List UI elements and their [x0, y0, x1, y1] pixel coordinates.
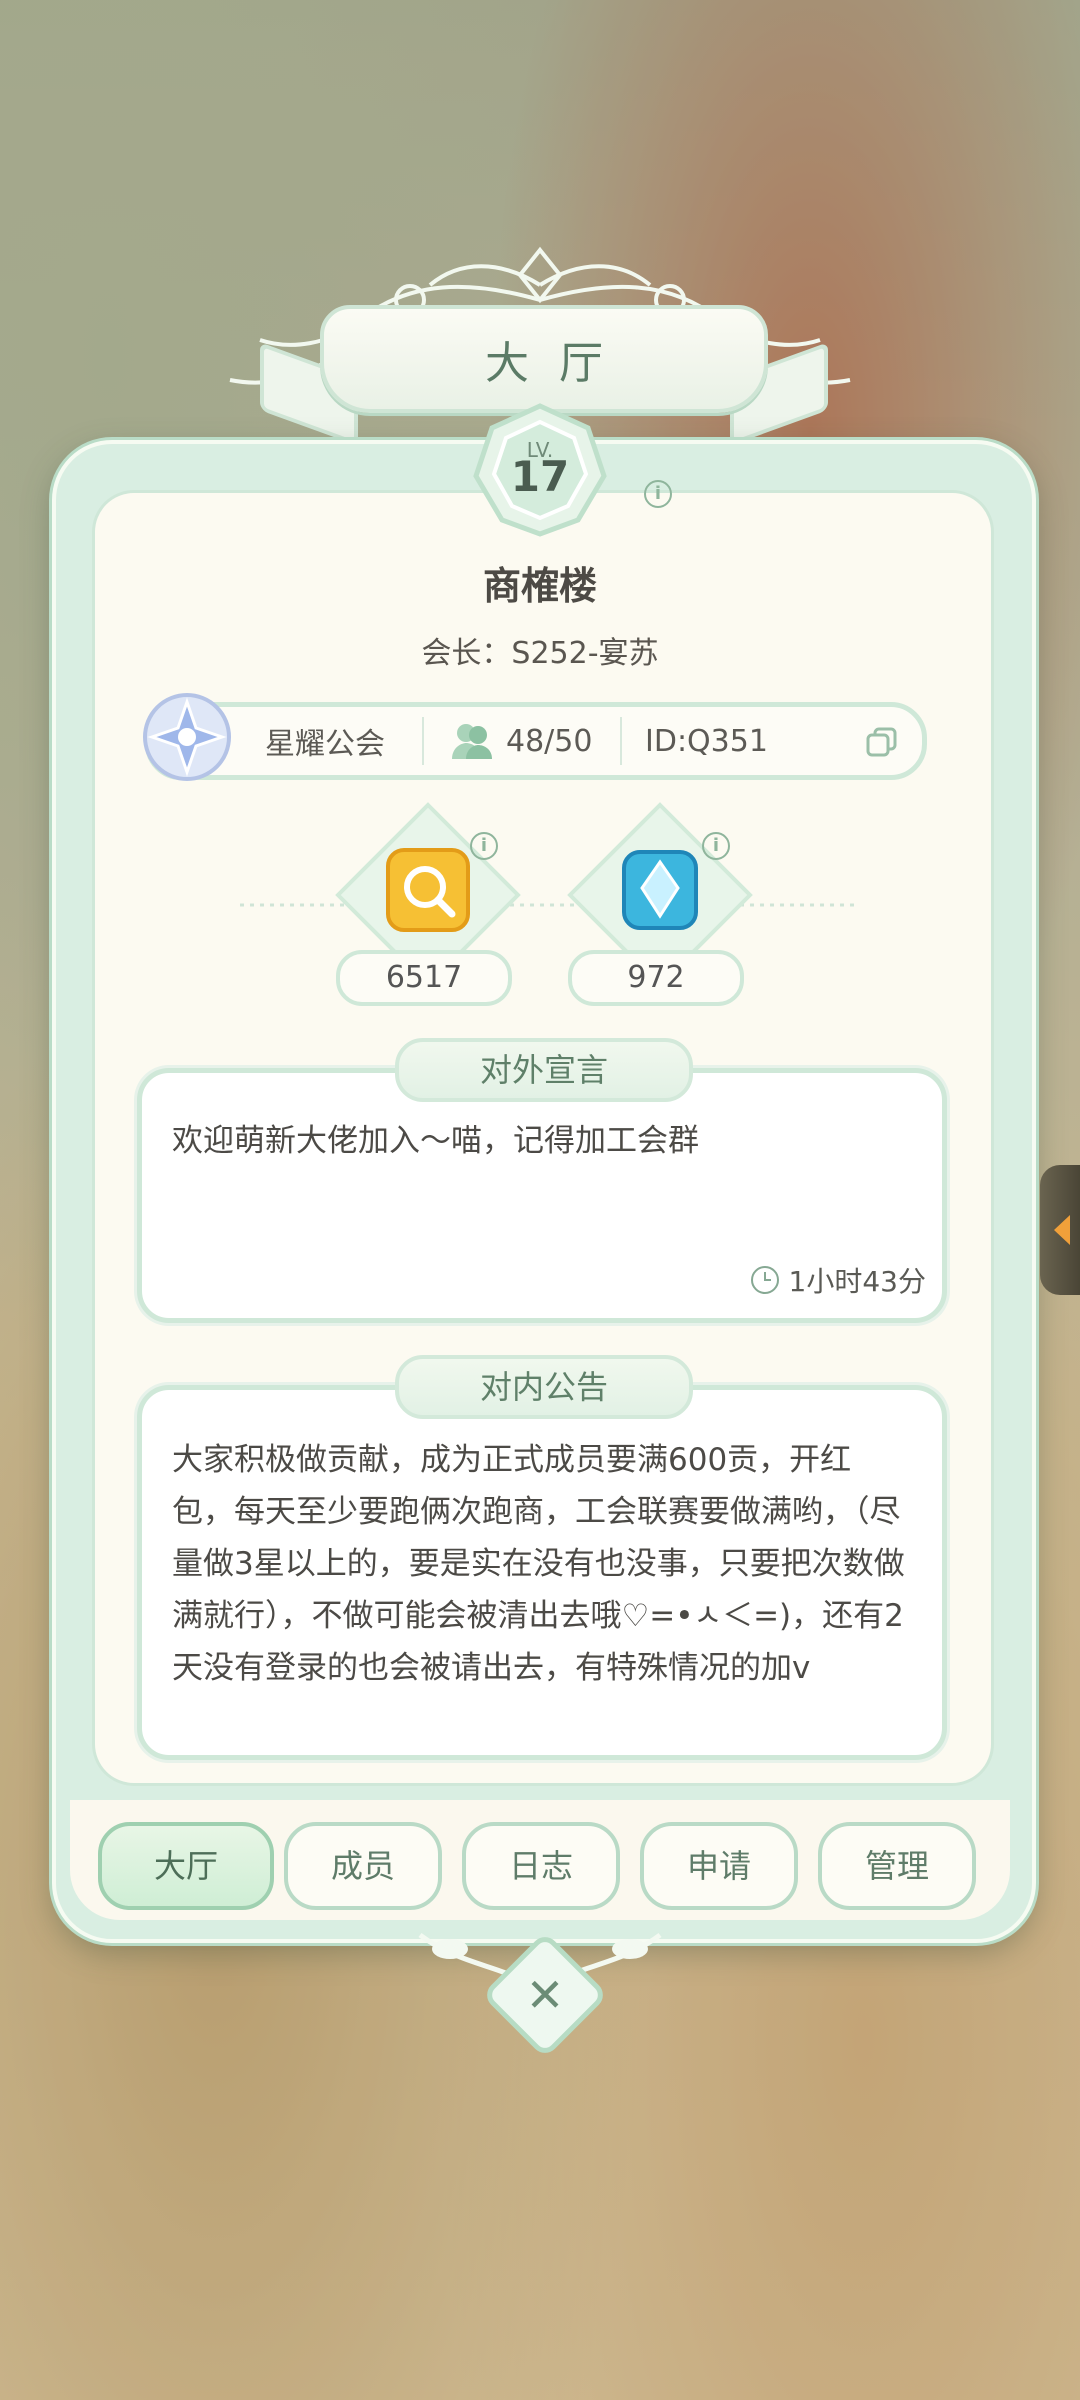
- tab-hall[interactable]: 大厅: [98, 1822, 274, 1910]
- copy-id-icon[interactable]: [865, 707, 899, 775]
- external-declaration-title: 对外宣言: [395, 1038, 693, 1102]
- gold-value: 6517: [336, 950, 512, 1006]
- resource-info-icon[interactable]: i: [470, 832, 498, 860]
- chevron-left-icon: [1054, 1215, 1070, 1245]
- guild-tier-label: 星耀公会: [265, 727, 385, 762]
- close-icon[interactable]: ✕: [500, 1950, 590, 2040]
- tab-manage[interactable]: 管理: [818, 1822, 976, 1910]
- tab-log[interactable]: 日志: [462, 1822, 620, 1910]
- tab-members[interactable]: 成员: [284, 1822, 442, 1910]
- gold-search-icon: [386, 848, 470, 932]
- member-count: 48/50: [450, 707, 592, 775]
- side-expand-handle[interactable]: [1040, 1165, 1080, 1295]
- internal-notice-text: 大家积极做贡献，成为正式成员要满600贡，开红包，每天至少要跑俩次跑商，工会联赛…: [172, 1442, 905, 1686]
- timestamp-text: 1小时43分: [788, 1265, 926, 1298]
- guild-level-badge: LV. 17: [470, 400, 610, 540]
- members-icon: [452, 724, 492, 759]
- internal-notice-title: 对内公告: [395, 1355, 693, 1419]
- external-declaration-box[interactable]: 欢迎萌新大佬加入～喵，记得加工会群 1小时43分: [137, 1068, 947, 1323]
- guild-id: ID:Q351: [645, 723, 768, 759]
- declaration-timestamp: 1小时43分: [750, 1260, 926, 1300]
- guild-name: 商榷楼: [482, 564, 597, 608]
- internal-notice-box[interactable]: 大家积极做贡献，成为正式成员要满600贡，开红包，每天至少要跑俩次跑商，工会联赛…: [137, 1385, 947, 1760]
- page-title: 大厅: [320, 305, 768, 413]
- resource-info-icon[interactable]: i: [702, 832, 730, 860]
- level-value: 17: [510, 452, 570, 501]
- tab-applications[interactable]: 申请: [640, 1822, 798, 1910]
- member-count-value: 48/50: [506, 723, 593, 759]
- star-tier-emblem-icon: [143, 693, 231, 781]
- crystal-value: 972: [568, 950, 744, 1006]
- external-declaration-text: 欢迎萌新大佬加入～喵，记得加工会群: [172, 1123, 699, 1159]
- clock-icon: [750, 1266, 779, 1294]
- divider: [620, 717, 622, 765]
- guild-info-bar: 星耀公会 48/50 ID:Q351: [145, 702, 927, 780]
- divider: [422, 717, 424, 765]
- guild-leader: 会长：S252-宴苏: [421, 636, 659, 671]
- info-icon[interactable]: i: [644, 480, 672, 508]
